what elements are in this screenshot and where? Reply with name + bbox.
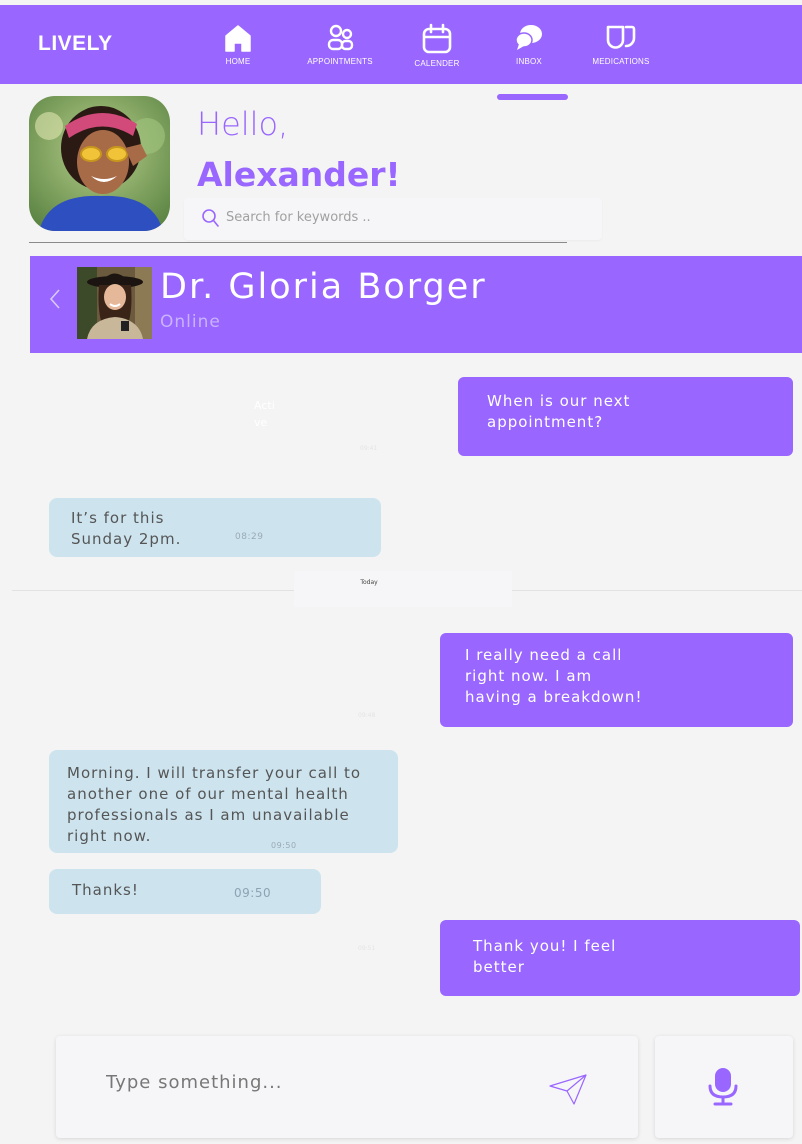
ghost-time: 09:41 — [360, 445, 378, 452]
active-tab-indicator — [497, 94, 568, 100]
chat-header: Dr. Gloria Borger Online — [30, 256, 802, 353]
date-separator: Today — [294, 571, 512, 607]
message-bubble-sent[interactable]: I really need a call right now. I am hav… — [440, 633, 793, 727]
header-divider — [29, 242, 567, 243]
message-bubble-sent[interactable]: When is our next appointment? — [458, 377, 793, 456]
app-logo[interactable]: LIVELY — [38, 32, 113, 56]
chat-icon — [515, 25, 542, 50]
people-icon — [327, 24, 354, 51]
doctor-status: Online — [160, 312, 221, 332]
nav-home-label: HOME — [225, 57, 251, 66]
message-time: 09:50 — [234, 886, 272, 900]
user-avatar[interactable] — [29, 96, 170, 231]
message-text: Morning. I will transfer your call to an… — [67, 764, 362, 845]
message-text: When is our next appointment? — [487, 392, 631, 431]
message-time: 09:50 — [271, 841, 297, 850]
nav-appointments-label: APPOINTMENTS — [307, 57, 373, 66]
nav-inbox[interactable]: INBOX — [508, 23, 550, 66]
message-text: It’s for this Sunday 2pm. — [71, 509, 182, 548]
nav-inbox-label: INBOX — [516, 57, 542, 66]
greeting-user-name: Alexander! — [197, 155, 401, 194]
nav-appointments[interactable]: APPOINTMENTS — [305, 23, 375, 66]
doctor-name: Dr. Gloria Borger — [160, 267, 487, 307]
message-composer[interactable] — [56, 1036, 638, 1138]
pills-icon — [606, 25, 636, 49]
ghost-time: 09:51 — [358, 945, 376, 952]
message-input[interactable] — [106, 1072, 526, 1093]
message-bubble-sent[interactable]: Thank you! I feel better — [440, 920, 800, 996]
message-bubble-received[interactable]: It’s for this Sunday 2pm. 08:29 — [49, 498, 381, 557]
nav-calender-label: CALENDER — [414, 59, 460, 68]
message-text: Thank you! I feel better — [473, 937, 617, 976]
search-bar[interactable] — [184, 198, 602, 240]
nav-medications[interactable]: MEDICATIONS — [590, 23, 652, 66]
nav-home[interactable]: HOME — [213, 23, 263, 66]
home-icon — [225, 25, 251, 52]
search-icon — [202, 209, 219, 227]
send-icon[interactable] — [548, 1072, 588, 1106]
top-nav-bar: LIVELY HOME APPOINTMENTS CALENDER INBOX … — [0, 5, 802, 84]
message-text: I really need a call right now. I am hav… — [465, 646, 643, 706]
calendar-icon — [422, 23, 452, 54]
search-input[interactable] — [226, 210, 586, 225]
message-text: Thanks! — [72, 881, 139, 899]
message-bubble-received[interactable]: Morning. I will transfer your call to an… — [49, 750, 398, 853]
message-bubble-received[interactable]: Thanks! 09:50 — [49, 869, 321, 914]
microphone-icon — [708, 1068, 738, 1106]
nav-calender[interactable]: CALENDER — [412, 23, 462, 68]
microphone-button[interactable] — [655, 1036, 793, 1138]
back-chevron-icon[interactable] — [48, 287, 62, 311]
date-separator-label: Today — [360, 579, 378, 586]
ghost-active-label: Active — [254, 399, 275, 429]
message-time: 08:29 — [235, 532, 264, 542]
nav-medications-label: MEDICATIONS — [592, 57, 650, 66]
greeting-hello: Hello, — [197, 105, 289, 143]
doctor-avatar[interactable] — [77, 267, 152, 339]
ghost-time: 09:48 — [358, 712, 376, 719]
